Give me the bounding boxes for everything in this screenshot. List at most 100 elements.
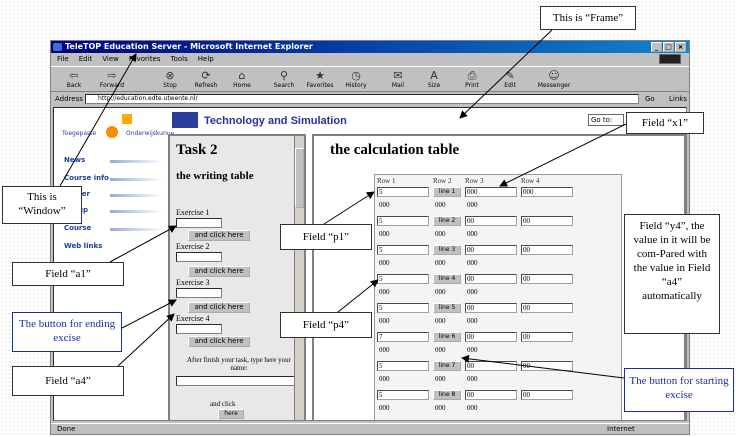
- field-y6[interactable]: 00: [521, 332, 573, 342]
- line-8-button[interactable]: line 8: [433, 390, 461, 400]
- menu-edit[interactable]: Edit: [79, 55, 93, 63]
- field-x3[interactable]: 00: [465, 245, 517, 255]
- task-scrollbar[interactable]: [294, 136, 304, 420]
- size-button[interactable]: A Size: [415, 68, 453, 92]
- brand-square-icon: [122, 114, 132, 124]
- refresh-button[interactable]: ⟳ Refresh: [187, 68, 225, 92]
- line-5-button[interactable]: line 5: [433, 303, 461, 313]
- field-y3[interactable]: 00: [521, 245, 573, 255]
- status-zone: Internet: [607, 425, 635, 433]
- result-a1-2: 000: [435, 201, 446, 209]
- field-x7[interactable]: 00: [465, 361, 517, 371]
- field-x2[interactable]: 00: [465, 216, 517, 226]
- line-7-button[interactable]: line 7: [433, 361, 461, 371]
- exercise-1-label: Exercise 1: [176, 208, 210, 217]
- stop-icon: ⊗: [165, 69, 175, 82]
- field-a2[interactable]: [176, 252, 222, 262]
- mail-button[interactable]: ✉ Mail: [379, 68, 417, 92]
- menu-favorites[interactable]: Favorites: [129, 55, 161, 63]
- result-a3-1: 000: [379, 259, 390, 267]
- callout-field-a4: Field “a4”: [12, 366, 124, 396]
- exercise-4-submit-button[interactable]: and click here: [188, 336, 250, 347]
- field-a4[interactable]: [176, 324, 222, 334]
- field-y5[interactable]: 00: [521, 303, 573, 313]
- field-x5[interactable]: 00: [465, 303, 517, 313]
- print-button[interactable]: ⎙ Print: [453, 68, 491, 92]
- field-p3[interactable]: 5: [377, 245, 429, 255]
- name-input[interactable]: [176, 376, 296, 386]
- field-x4[interactable]: 00: [465, 274, 517, 284]
- nav-divider: [110, 160, 164, 163]
- history-button[interactable]: ◷ History: [337, 68, 375, 92]
- course-header: Technology and Simulation Go to:: [166, 108, 686, 132]
- menu-file[interactable]: File: [57, 55, 69, 63]
- field-p6[interactable]: 7: [377, 332, 429, 342]
- callout-field-a1: Field “a1”: [12, 262, 124, 286]
- field-p5[interactable]: 5: [377, 303, 429, 313]
- callout-window: This is “Window”: [2, 186, 82, 224]
- links-button[interactable]: Links: [669, 93, 687, 105]
- nav-web-links[interactable]: Web links: [64, 242, 136, 250]
- field-y1[interactable]: 000: [521, 187, 573, 197]
- line-3-button[interactable]: line 3: [433, 245, 461, 255]
- brand-logo-icon: [106, 126, 118, 138]
- field-p2[interactable]: 5: [377, 216, 429, 226]
- field-p1[interactable]: 5: [377, 187, 429, 197]
- goto-select[interactable]: Go to:: [588, 114, 624, 126]
- close-icon[interactable]: ×: [675, 42, 686, 52]
- exercise-1-submit-button[interactable]: and click here: [188, 230, 250, 241]
- field-x1[interactable]: 000: [465, 187, 517, 197]
- edit-button[interactable]: ✎ Edit: [491, 68, 529, 92]
- search-button[interactable]: ⚲ Search: [265, 68, 303, 92]
- back-button[interactable]: ⇦ Back: [55, 68, 93, 92]
- scroll-thumb[interactable]: [295, 148, 304, 208]
- field-p7[interactable]: 5: [377, 361, 429, 371]
- field-a1[interactable]: [176, 218, 222, 228]
- result-a5-2: 000: [435, 317, 446, 325]
- here-button[interactable]: here: [218, 409, 244, 419]
- line-1-button[interactable]: line 1: [433, 187, 461, 197]
- field-y7[interactable]: 00: [521, 361, 573, 371]
- stop-button[interactable]: ⊗ Stop: [151, 68, 189, 92]
- address-input[interactable]: http://education.edte.utwente.nl/: [85, 94, 639, 104]
- messenger-button[interactable]: ☺ Messenger: [535, 68, 573, 92]
- nav-divider: [110, 228, 164, 231]
- home-button[interactable]: ⌂ Home: [223, 68, 261, 92]
- forward-arrow-icon: ⇨: [107, 69, 117, 82]
- menu-help[interactable]: Help: [198, 55, 214, 63]
- exercise-2-label: Exercise 2: [176, 242, 210, 251]
- callout-ending-button: The button for ending excise: [12, 312, 122, 352]
- line-2-button[interactable]: line 2: [433, 216, 461, 226]
- menu-view[interactable]: View: [102, 55, 119, 63]
- maximize-icon[interactable]: □: [663, 42, 674, 52]
- go-button[interactable]: Go: [645, 93, 655, 105]
- exercise-3-label: Exercise 3: [176, 278, 210, 287]
- minimize-icon[interactable]: _: [651, 42, 662, 52]
- brand-left: Toegepaste: [62, 130, 97, 137]
- result-a4-1: 000: [379, 288, 390, 296]
- forward-button[interactable]: ⇨ Forward: [93, 68, 131, 92]
- field-y8[interactable]: 00: [521, 390, 573, 400]
- exercise-2-submit-button[interactable]: and click here: [188, 266, 250, 277]
- field-p8[interactable]: 5: [377, 390, 429, 400]
- and-click-label: and click: [210, 400, 236, 408]
- field-a3[interactable]: [176, 288, 222, 298]
- field-x8[interactable]: 00: [465, 390, 517, 400]
- field-y4[interactable]: 00: [521, 274, 573, 284]
- menu-tools[interactable]: Tools: [171, 55, 188, 63]
- result-a8-3: 000: [467, 404, 478, 412]
- favorites-button[interactable]: ★ Favorites: [301, 68, 339, 92]
- end-cell-2: END: [435, 419, 449, 420]
- callout-field-p4: Field “p4”: [280, 312, 372, 338]
- result-a7-3: 000: [467, 375, 478, 383]
- line-4-button[interactable]: line 4: [433, 274, 461, 284]
- result-a7-2: 000: [435, 375, 446, 383]
- result-a6-1: 000: [379, 346, 390, 354]
- exercise-3-submit-button[interactable]: and click here: [188, 302, 250, 313]
- field-x6[interactable]: 00: [465, 332, 517, 342]
- line-6-button[interactable]: line 6: [433, 332, 461, 342]
- history-icon: ◷: [351, 69, 361, 82]
- result-a6-3: 000: [467, 346, 478, 354]
- field-y2[interactable]: 00: [521, 216, 573, 226]
- field-p4[interactable]: 5: [377, 274, 429, 284]
